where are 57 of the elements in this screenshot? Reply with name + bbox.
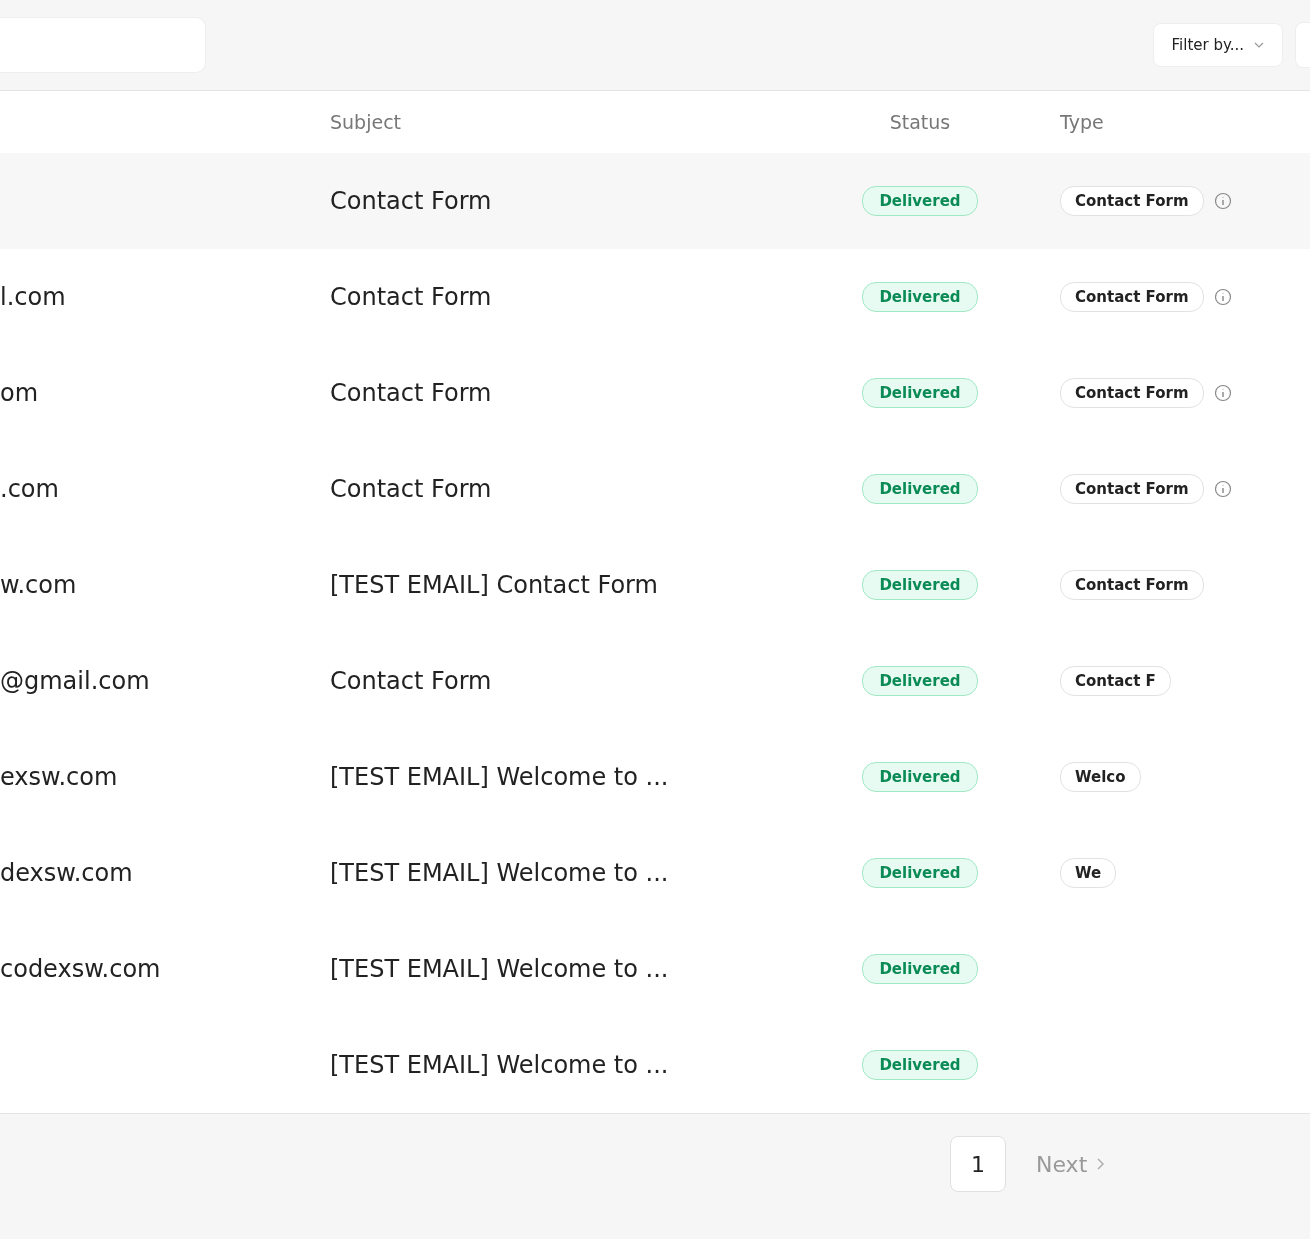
type-tag: We xyxy=(1060,858,1117,888)
status-badge: Delivered xyxy=(862,474,978,504)
subject-cell: [TEST EMAIL] Welcome to ... xyxy=(330,859,669,887)
subject-cell: [TEST EMAIL] Welcome to ... xyxy=(330,763,669,791)
status-badge: Delivered xyxy=(862,282,978,312)
email-cell: w.com xyxy=(0,571,77,599)
table-row[interactable]: dexsw.com [TEST EMAIL] Welcome to ... Delivered We xyxy=(0,825,1310,921)
type-tag: Welco xyxy=(1060,762,1141,792)
email-cell: exsw.com xyxy=(0,763,118,791)
type-tag: Contact Form xyxy=(1060,378,1204,408)
subject-cell: Contact Form xyxy=(330,379,492,407)
type-tag: Contact F xyxy=(1060,666,1171,696)
type-tag: Contact Form xyxy=(1060,570,1204,600)
table-row[interactable]: Contact Form Delivered Contact Form xyxy=(0,153,1310,249)
type-tag: Contact Form xyxy=(1060,282,1204,312)
info-icon[interactable] xyxy=(1213,192,1232,210)
subject-cell: Contact Form xyxy=(330,667,492,695)
table-row[interactable]: .com Contact Form Delivered Contact Form xyxy=(0,441,1310,537)
email-cell: dexsw.com xyxy=(0,859,133,887)
table-row[interactable]: exsw.com [TEST EMAIL] Welcome to ... Delivered Welco xyxy=(0,729,1310,825)
column-header: Type xyxy=(1060,111,1104,133)
chevron-down-icon xyxy=(1254,42,1264,48)
status-badge: Delivered xyxy=(862,954,978,984)
subject-cell: [TEST EMAIL] Welcome to ... xyxy=(330,955,669,983)
column-header: Subject xyxy=(330,111,402,133)
status-badge: Delivered xyxy=(862,570,978,600)
type-tag: Contact Form xyxy=(1060,474,1204,504)
info-icon[interactable] xyxy=(1213,384,1232,402)
email-cell: codexsw.com xyxy=(0,955,161,983)
status-badge: Delivered xyxy=(862,762,978,792)
subject-cell: [TEST EMAIL] Welcome to ... xyxy=(330,1051,669,1079)
email-cell: @gmail.com xyxy=(0,667,150,695)
email-cell: .com xyxy=(0,475,59,503)
page-button[interactable]: 1 xyxy=(950,1136,1006,1192)
email-cell: om xyxy=(0,379,39,407)
status-badge: Delivered xyxy=(862,186,978,216)
email-cell: l.com xyxy=(0,283,66,311)
table-row[interactable]: @gmail.com Contact Form Delivered Contact F xyxy=(0,633,1310,729)
subject-cell: Contact Form xyxy=(330,475,492,503)
subject-cell: Contact Form xyxy=(330,283,492,311)
info-icon[interactable] xyxy=(1213,480,1232,498)
table-row[interactable]: w.com [TEST EMAIL] Contact Form Delivered Contact Form xyxy=(0,537,1310,633)
table-row[interactable]: l.com Contact Form Delivered Contact Form xyxy=(0,249,1310,345)
subject-cell: [TEST EMAIL] Contact Form xyxy=(330,571,658,599)
status-badge: Delivered xyxy=(862,858,978,888)
subject-cell: Contact Form xyxy=(330,187,492,215)
table-row[interactable]: codexsw.com [TEST EMAIL] Welcome to ... Delivered xyxy=(0,921,1310,1017)
filter-dropdown[interactable]: Filter by... xyxy=(1152,23,1283,67)
chevron-right-icon xyxy=(1097,1158,1106,1170)
info-icon[interactable] xyxy=(1213,288,1232,306)
table-row[interactable]: om Contact Form Delivered Contact Form xyxy=(0,345,1310,441)
table-row[interactable]: [TEST EMAIL] Welcome to ... Delivered xyxy=(0,1017,1310,1113)
type-tag: Contact Form xyxy=(1060,186,1204,216)
status-badge: Delivered xyxy=(862,666,978,696)
status-badge: Delivered xyxy=(862,378,978,408)
column-header: Status xyxy=(889,111,951,133)
status-badge: Delivered xyxy=(862,1050,978,1080)
